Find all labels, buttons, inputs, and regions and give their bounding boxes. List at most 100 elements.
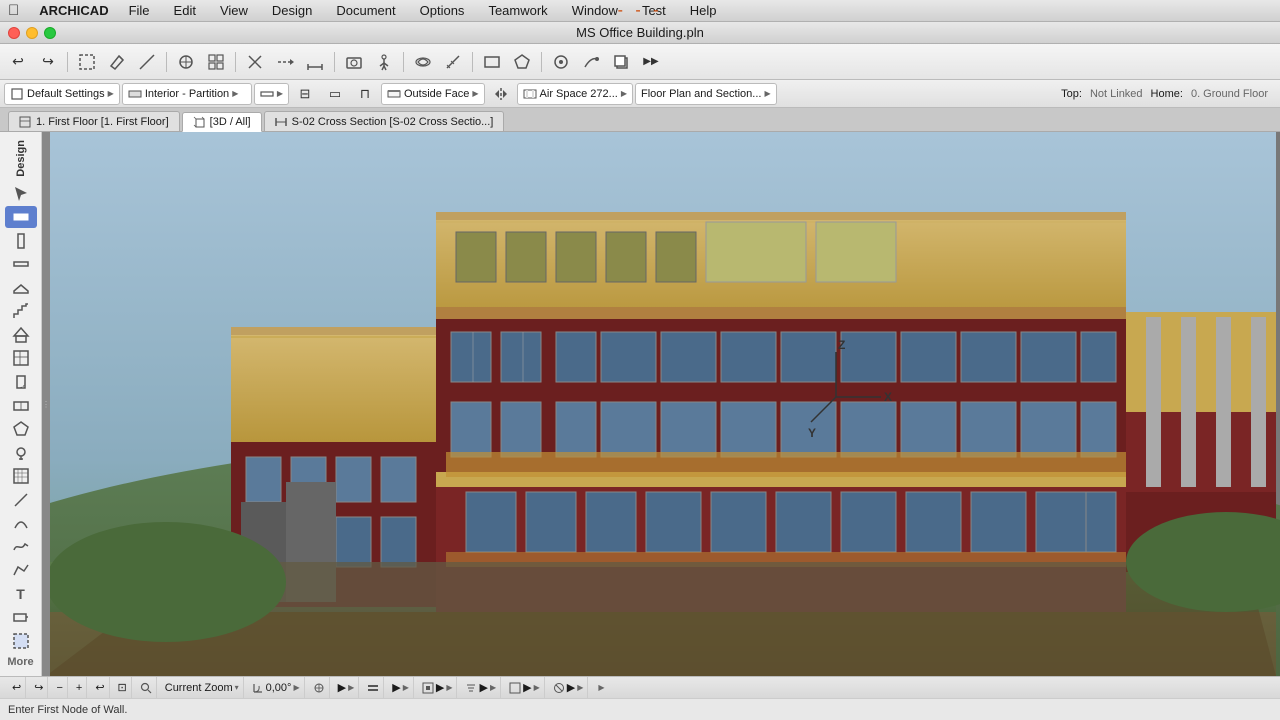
- marquee-button[interactable]: [73, 48, 101, 76]
- wall-ref-button[interactable]: ⊟: [291, 80, 319, 108]
- flip-button[interactable]: [487, 80, 515, 108]
- tab-3d-all[interactable]: [3D / All]: [182, 112, 262, 132]
- status-redo[interactable]: ↪: [30, 677, 48, 698]
- status-fit[interactable]: ⊡: [114, 677, 132, 698]
- menu-design[interactable]: Design: [268, 3, 316, 18]
- wall-shape-dropdown[interactable]: ▶: [254, 83, 289, 105]
- tool-roof[interactable]: [5, 324, 37, 346]
- tool-wall[interactable]: [5, 206, 37, 228]
- status-zoom-in[interactable]: +: [72, 677, 87, 698]
- tb-sep-1: [67, 52, 68, 72]
- info-bar: Default Settings ▶ Interior - Partition …: [0, 80, 1280, 108]
- menu-help[interactable]: Help: [686, 3, 721, 18]
- camera-button[interactable]: [340, 48, 368, 76]
- tab-first-floor[interactable]: 1. First Floor [1. First Floor]: [8, 111, 180, 131]
- tool-polyline[interactable]: [5, 560, 37, 582]
- air-space-dropdown[interactable]: Air Space 272... ▶: [517, 83, 633, 105]
- top-home-info: Top: Not Linked Home: 0. Ground Floor: [1061, 88, 1276, 100]
- status-override[interactable]: ▶ ▶: [549, 677, 589, 698]
- custom-filter-arrow-icon: ▶: [490, 683, 496, 692]
- menu-file[interactable]: File: [125, 3, 154, 18]
- tool-fill[interactable]: [5, 465, 37, 487]
- status-navigator[interactable]: [136, 677, 157, 698]
- tool-arrow[interactable]: [5, 183, 37, 205]
- viewport[interactable]: ⋮: [42, 132, 1280, 676]
- floor-plan-dropdown[interactable]: Floor Plan and Section... ▶: [635, 83, 777, 105]
- resize-handle-left[interactable]: ⋮: [42, 132, 50, 676]
- tool-spline[interactable]: [5, 536, 37, 558]
- minimize-button[interactable]: [26, 27, 38, 39]
- walk-button[interactable]: [370, 48, 398, 76]
- menu-edit[interactable]: Edit: [170, 3, 200, 18]
- paint-button[interactable]: [577, 48, 605, 76]
- wall-type-dropdown[interactable]: Interior - Partition ▶: [122, 83, 252, 105]
- menu-window[interactable]: Window: [568, 3, 622, 18]
- rectangle-button[interactable]: [478, 48, 506, 76]
- tool-object[interactable]: [5, 418, 37, 440]
- menu-options[interactable]: Options: [416, 3, 469, 18]
- maximize-button[interactable]: [44, 27, 56, 39]
- more-label[interactable]: More: [7, 652, 33, 672]
- copy-button[interactable]: [607, 48, 635, 76]
- wall-rect-button[interactable]: ▭: [321, 80, 349, 108]
- tool-label[interactable]: [5, 607, 37, 629]
- tool-zone[interactable]: [5, 630, 37, 652]
- wall-trap-button[interactable]: ⊓: [351, 80, 379, 108]
- status-snap[interactable]: [309, 677, 330, 698]
- menu-view[interactable]: View: [216, 3, 252, 18]
- status-zoom-level[interactable]: Current Zoom ▾: [161, 677, 244, 698]
- grid-button[interactable]: [202, 48, 230, 76]
- default-settings-dropdown[interactable]: Default Settings ▶: [4, 83, 120, 105]
- edit-button[interactable]: [547, 48, 575, 76]
- menu-teamwork[interactable]: Teamwork: [484, 3, 551, 18]
- snap-icon: [313, 682, 325, 694]
- dimension-button[interactable]: [301, 48, 329, 76]
- undo-button[interactable]: ↩: [4, 48, 32, 76]
- more-tools-button[interactable]: ▶▶: [637, 48, 665, 76]
- pencil-button[interactable]: [103, 48, 131, 76]
- tool-stair[interactable]: [5, 301, 37, 323]
- angle-value-label: 0,00°: [266, 682, 292, 694]
- tool-column[interactable]: [5, 230, 37, 252]
- tool-slab[interactable]: [5, 277, 37, 299]
- tool-beam[interactable]: [5, 253, 37, 275]
- wall-type-arrow-icon: ▶: [232, 89, 238, 98]
- status-custom-filter[interactable]: ▶ ▶: [461, 677, 501, 698]
- status-undo[interactable]: ↩: [8, 677, 26, 698]
- measure-button[interactable]: [439, 48, 467, 76]
- tab-cross-section[interactable]: S-02 Cross Section [S-02 Cross Sectio...…: [264, 111, 505, 131]
- status-angle[interactable]: 0,00° ▶: [248, 677, 305, 698]
- angle-arrow-icon: ▶: [293, 683, 299, 692]
- section-cut-button[interactable]: [271, 48, 299, 76]
- tool-line[interactable]: [5, 489, 37, 511]
- status-layer[interactable]: [363, 677, 384, 698]
- polygon-button[interactable]: [508, 48, 536, 76]
- tool-arc[interactable]: [5, 513, 37, 535]
- tool-door[interactable]: [5, 371, 37, 393]
- redo-button[interactable]: ↪: [34, 48, 62, 76]
- status-model[interactable]: ▶ ▶: [388, 677, 414, 698]
- status-plans[interactable]: ▶ ▶: [505, 677, 545, 698]
- cross-button[interactable]: [241, 48, 269, 76]
- window-title-bar: MS Office Building.pln: [0, 22, 1280, 44]
- close-button[interactable]: [8, 27, 20, 39]
- status-scale[interactable]: ▶ ▶: [334, 677, 360, 698]
- menu-document[interactable]: Document: [332, 3, 399, 18]
- tool-lamp[interactable]: [5, 442, 37, 464]
- tool-curtain-wall[interactable]: [5, 348, 37, 370]
- home-label: Home:: [1151, 88, 1183, 100]
- face-type-dropdown[interactable]: Outside Face ▶: [381, 83, 485, 105]
- status-scope[interactable]: ▶ ▶: [418, 677, 458, 698]
- status-existing[interactable]: ▶: [592, 677, 608, 698]
- tool-window[interactable]: [5, 395, 37, 417]
- snap-button[interactable]: [172, 48, 200, 76]
- air-space-label: Air Space 272...: [540, 88, 618, 100]
- tool-text[interactable]: T: [5, 583, 37, 605]
- window-title: MS Office Building.pln: [576, 25, 704, 40]
- orbit-button[interactable]: [409, 48, 437, 76]
- line-tool-button[interactable]: [133, 48, 161, 76]
- main-area: Design: [0, 132, 1280, 676]
- override-arrow-icon: ▶: [577, 683, 583, 692]
- status-zoom-out[interactable]: −: [52, 677, 67, 698]
- status-zoom-prev[interactable]: ↩: [91, 677, 109, 698]
